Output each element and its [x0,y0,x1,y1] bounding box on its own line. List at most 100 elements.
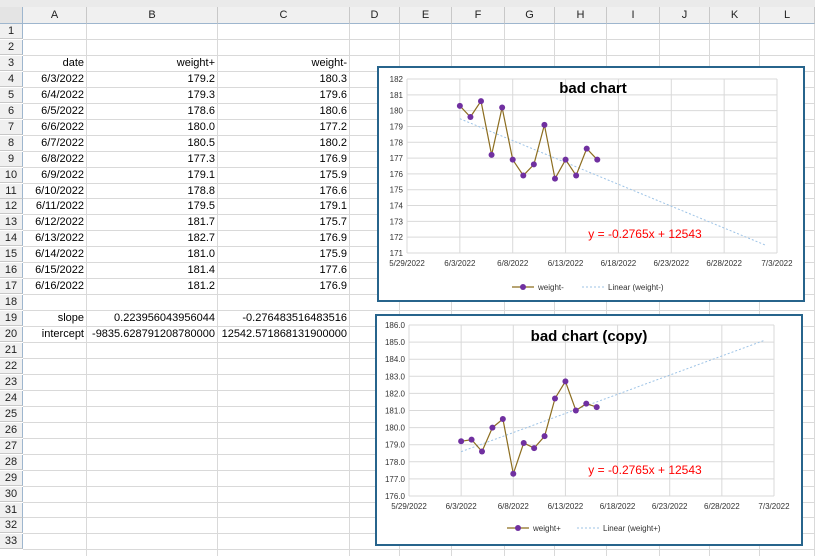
cell-stat-label[interactable]: slope [23,311,87,326]
cell-weight-minus[interactable]: 176.9 [218,152,350,167]
data-point[interactable] [510,470,517,477]
cell-date[interactable]: 6/6/2022 [23,120,87,135]
data-point[interactable] [456,102,463,109]
cell-weight-minus[interactable]: 176.9 [218,231,350,246]
column-header-I[interactable]: I [607,7,660,24]
cell-weight-minus[interactable]: 177.2 [218,120,350,135]
row-header-21[interactable]: 21 [0,343,23,358]
data-point[interactable] [583,145,590,152]
row-header-31[interactable]: 31 [0,502,23,518]
column-header-H[interactable]: H [555,7,607,24]
chart-bad-chart[interactable]: 182 181 180 179 178 177 176 175 174 173 172 171 5/29… [377,66,805,302]
row-header-30[interactable]: 30 [0,486,23,502]
row-header-28[interactable]: 28 [0,454,23,470]
data-point[interactable] [478,98,484,105]
column-header-A[interactable]: A [23,7,87,24]
cell-weight-minus[interactable]: 180.2 [218,136,350,151]
data-point[interactable] [531,445,538,452]
cell-weight-minus[interactable]: 180.3 [218,72,350,87]
row-header-29[interactable]: 29 [0,470,23,486]
row-header-6[interactable]: 6 [0,103,23,119]
cell-weight-minus[interactable]: 175.7 [218,215,350,230]
row-header-24[interactable]: 24 [0,390,23,406]
data-point[interactable] [499,104,506,111]
data-point[interactable] [488,151,495,158]
row-header-20[interactable]: 20 [0,327,23,343]
row-header-15[interactable]: 15 [0,247,23,263]
data-point[interactable] [458,438,465,445]
row-header-4[interactable]: 4 [0,71,23,87]
data-point[interactable] [479,448,485,455]
cell-header-date[interactable]: date [23,56,87,71]
data-point[interactable] [572,407,579,414]
row-header-23[interactable]: 23 [0,374,23,390]
column-header-B[interactable]: B [87,7,218,24]
cell-header-weight-minus[interactable]: weight- [218,56,350,71]
data-point[interactable] [552,175,558,182]
data-point[interactable] [552,395,558,402]
cell-weight-plus[interactable]: 180.0 [87,120,218,135]
row-header-9[interactable]: 9 [0,151,23,167]
row-header-26[interactable]: 26 [0,422,23,438]
spreadsheet[interactable]: ABCDEFGHIJKL 1 2 3 4 5 6 7 8 9 10 11 12 13 14 15 16 17 18… [0,0,815,556]
cell-date[interactable]: 6/9/2022 [23,168,87,183]
data-point[interactable] [489,424,496,431]
cell-date[interactable]: 6/13/2022 [23,231,87,246]
row-header-12[interactable]: 12 [0,199,23,215]
cell-date[interactable]: 6/16/2022 [23,279,87,294]
cell-weight-plus[interactable]: 179.5 [87,199,218,214]
row-header-32[interactable]: 32 [0,518,23,534]
row-header-3[interactable]: 3 [0,55,23,71]
row-header-19[interactable]: 19 [0,311,23,327]
data-point[interactable] [562,378,569,385]
cell-weight-minus[interactable]: 175.9 [218,168,350,183]
cell-weight-plus[interactable]: 180.5 [87,136,218,151]
column-header-K[interactable]: K [710,7,760,24]
cell-weight-plus[interactable]: 181.4 [87,263,218,278]
cell-weight-minus[interactable]: 176.9 [218,279,350,294]
row-header-2[interactable]: 2 [0,39,23,55]
data-point[interactable] [467,113,474,120]
cell-date[interactable]: 6/3/2022 [23,72,87,87]
cell-weight-minus[interactable]: 180.6 [218,104,350,119]
data-point[interactable] [520,172,527,179]
cell-weight-plus[interactable]: 179.1 [87,168,218,183]
chart-bad-chart-copy[interactable]: 186.0 185.0 184.0 183.0 182.0 181.0 180.0 179.0… [375,314,803,546]
column-header-E[interactable]: E [400,7,452,24]
cell-weight-minus[interactable]: 177.6 [218,263,350,278]
cell-weight-plus[interactable]: 182.7 [87,231,218,246]
row-header-7[interactable]: 7 [0,119,23,135]
data-point[interactable] [541,433,548,440]
row-header-27[interactable]: 27 [0,438,23,454]
cell-stat-weight-minus[interactable]: 12542.571868131900000 [218,327,350,342]
cell-date[interactable]: 6/8/2022 [23,152,87,167]
data-point[interactable] [562,156,569,163]
row-header-16[interactable]: 16 [0,263,23,279]
cell-stat-label[interactable]: intercept [23,327,87,342]
cell-weight-plus[interactable]: 181.2 [87,279,218,294]
cell-weight-plus[interactable]: 179.3 [87,88,218,103]
cell-weight-plus[interactable]: 177.3 [87,152,218,167]
cell-date[interactable]: 6/12/2022 [23,215,87,230]
row-header-1[interactable]: 1 [0,24,23,39]
row-header-25[interactable]: 25 [0,406,23,422]
cell-stat-weight-plus[interactable]: 0.223956043956044 [87,311,218,326]
data-point[interactable] [594,156,601,163]
cell-weight-minus[interactable]: 179.6 [218,88,350,103]
row-header-17[interactable]: 17 [0,279,23,295]
cell-weight-minus[interactable]: 175.9 [218,247,350,262]
cell-date[interactable]: 6/7/2022 [23,136,87,151]
data-point[interactable] [593,404,600,411]
select-all-corner[interactable] [0,7,23,24]
cell-header-weight-plus[interactable]: weight+ [87,56,218,71]
data-point[interactable] [520,439,527,446]
row-header-14[interactable]: 14 [0,231,23,247]
row-header-10[interactable]: 10 [0,167,23,183]
data-point[interactable] [468,436,475,443]
cell-date[interactable]: 6/10/2022 [23,184,87,199]
cell-weight-plus[interactable]: 178.6 [87,104,218,119]
cell-weight-minus[interactable]: 179.1 [218,199,350,214]
cell-weight-plus[interactable]: 179.2 [87,72,218,87]
column-header-L[interactable]: L [760,7,815,24]
row-header-33[interactable]: 33 [0,534,23,550]
